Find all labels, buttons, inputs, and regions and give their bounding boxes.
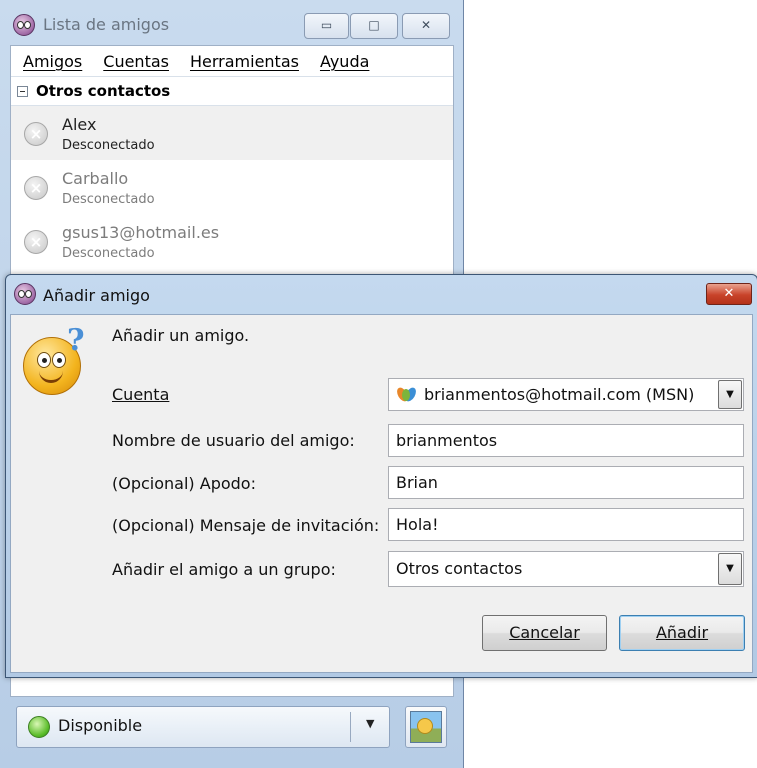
status-bar: Disponible ▼ [10, 697, 452, 768]
group-label: Añadir el amigo a un grupo: [112, 560, 336, 579]
buddy-icon-button[interactable] [405, 706, 447, 748]
alias-label: (Opcional) Apodo: [112, 474, 256, 493]
dialog-title: Añadir amigo [43, 286, 150, 305]
group-value: Otros contactos [396, 559, 523, 578]
contact-status: Desconectado [62, 246, 155, 261]
collapse-icon[interactable] [17, 85, 28, 97]
offline-status-icon: × [24, 230, 48, 254]
chevron-down-icon[interactable]: ▼ [718, 553, 742, 585]
chevron-down-icon[interactable]: ▼ [366, 717, 374, 730]
add-button-label: Añadir [655, 623, 709, 642]
contact-name: gsus13@hotmail.es [62, 223, 220, 242]
menu-herramientas[interactable]: Herramientas [190, 52, 299, 71]
add-buddy-dialog: Añadir amigo ✕ ? Añadir un amigo. Cuenta… [5, 274, 757, 678]
pidgin-app-icon [13, 14, 35, 36]
invitation-message-input[interactable]: Hola! [388, 508, 744, 541]
contact-name: Alex [62, 115, 97, 134]
pidgin-app-icon [14, 283, 36, 305]
minimize-button[interactable]: ▭ [304, 13, 349, 39]
window-title: Lista de amigos [43, 15, 170, 34]
username-input[interactable]: brianmentos [388, 424, 744, 457]
status-label: Disponible [58, 716, 143, 735]
add-button[interactable]: Añadir [619, 615, 745, 651]
dialog-close-button[interactable]: ✕ [706, 283, 752, 305]
group-name: Otros contactos [36, 82, 171, 100]
offline-status-icon: × [24, 122, 48, 146]
status-selector[interactable]: Disponible ▼ [16, 706, 390, 748]
buddy-picture-icon [410, 711, 442, 743]
account-value: brianmentos@hotmail.com (MSN) [424, 385, 695, 404]
dialog-heading: Añadir un amigo. [112, 326, 250, 345]
contact-row[interactable]: × Alex Desconectado [11, 106, 453, 160]
available-status-icon [28, 716, 50, 738]
group-select[interactable]: Otros contactos ▼ [388, 551, 744, 587]
menu-cuentas[interactable]: Cuentas [103, 52, 169, 71]
username-label: Nombre de usuario del amigo: [112, 431, 355, 450]
menu-ayuda[interactable]: Ayuda [320, 52, 369, 71]
dialog-body: ? Añadir un amigo. Cuenta brianmentos@ho… [10, 314, 753, 673]
msn-butterfly-icon [394, 385, 419, 404]
chevron-down-icon[interactable]: ▼ [718, 380, 742, 409]
message-label: (Opcional) Mensaje de invitación: [112, 516, 380, 535]
contact-row[interactable]: × Carballo Desconectado [11, 160, 453, 214]
contact-status: Desconectado [62, 192, 155, 207]
cancel-button-label: Cancelar [509, 623, 580, 642]
title-bar[interactable]: Lista de amigos ▭ □ ✕ [0, 0, 463, 44]
menu-bar: Amigos Cuentas Herramientas Ayuda [11, 46, 453, 76]
question-smiley-icon: ? [23, 323, 85, 395]
maximize-button[interactable]: □ [350, 13, 398, 39]
cancel-button[interactable]: Cancelar [482, 615, 607, 651]
contact-name: Carballo [62, 169, 129, 188]
separator [350, 712, 351, 742]
account-label: Cuenta [112, 385, 170, 404]
menu-amigos[interactable]: Amigos [23, 52, 82, 71]
offline-status-icon: × [24, 176, 48, 200]
contact-status: Desconectado [62, 138, 155, 153]
group-header[interactable]: Otros contactos [11, 76, 453, 106]
account-select[interactable]: brianmentos@hotmail.com (MSN) ▼ [388, 378, 744, 411]
close-button[interactable]: ✕ [402, 13, 450, 39]
contact-row[interactable]: × gsus13@hotmail.es Desconectado [11, 214, 453, 268]
alias-input[interactable]: Brian [388, 466, 744, 499]
